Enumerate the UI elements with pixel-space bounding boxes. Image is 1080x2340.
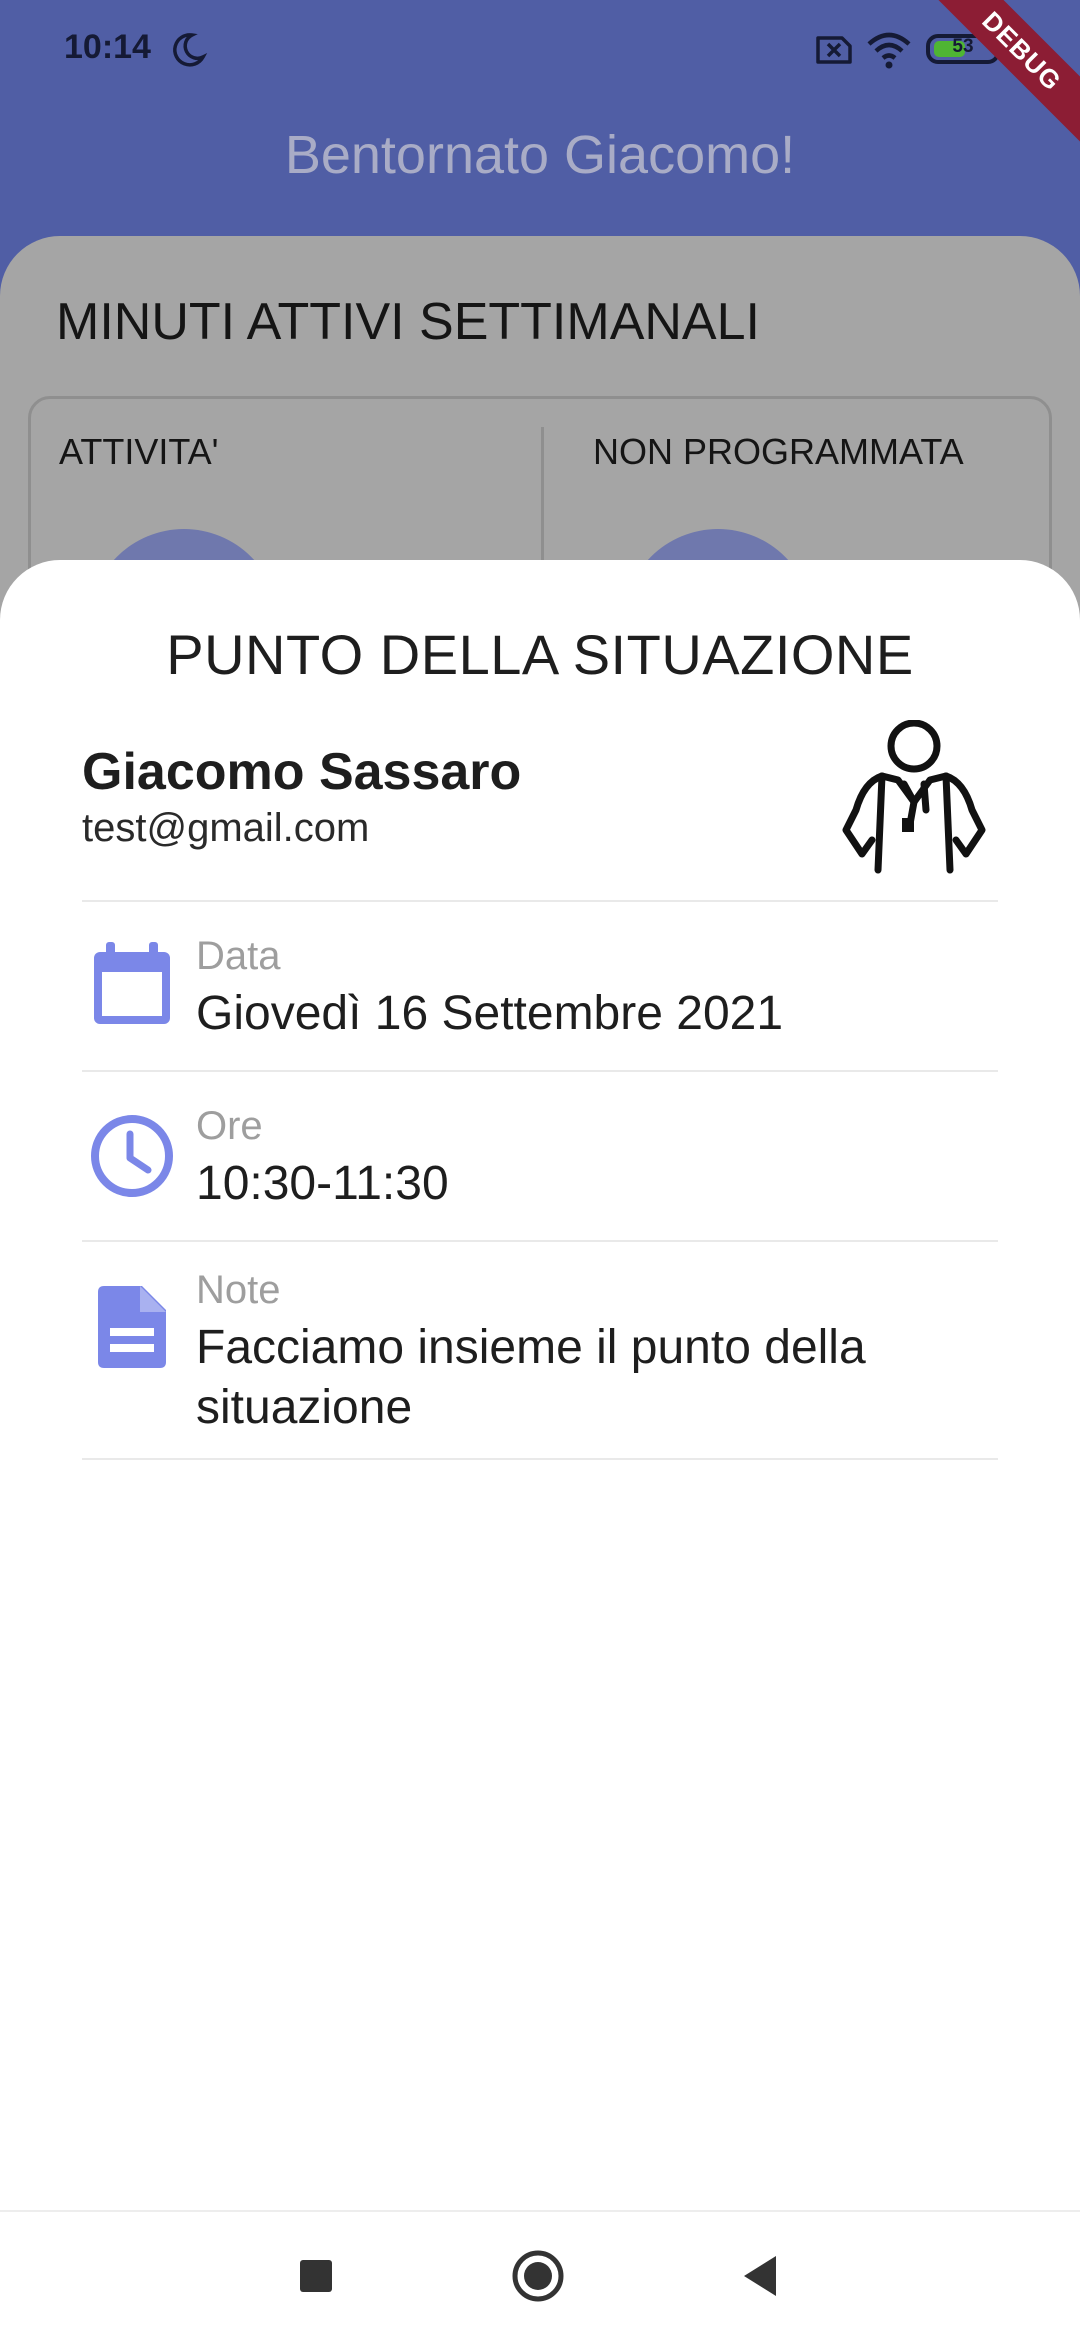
note-label: Note — [196, 1268, 281, 1312]
status-bar: 10:14 53 — [0, 0, 1080, 100]
user-email: test@gmail.com — [82, 806, 370, 850]
app-bar-title: Bentornato Giacomo! — [284, 125, 796, 185]
calendar-icon — [94, 942, 170, 1024]
note-icon — [98, 1286, 166, 1368]
user-name: Giacomo Sassaro — [82, 743, 522, 801]
sim-off-icon — [816, 36, 852, 64]
column-activity-label: ATTIVITA' — [59, 431, 219, 472]
recents-button[interactable] — [296, 2248, 336, 2304]
doctor-icon — [842, 720, 986, 874]
date-value: Giovedì 16 Settembre 2021 — [196, 987, 784, 1040]
date-label: Data — [196, 934, 281, 978]
divider — [82, 1070, 998, 1072]
weekly-minutes-heading: MINUTI ATTIVI SETTIMANALI — [56, 293, 760, 351]
home-button[interactable] — [508, 2248, 568, 2304]
back-button[interactable] — [738, 2248, 782, 2304]
time-value: 10:30-11:30 — [196, 1157, 449, 1210]
navigation-bar — [0, 2210, 1080, 2340]
divider — [82, 1240, 998, 1242]
time-label: Ore — [196, 1104, 263, 1148]
column-unscheduled-label: NON PROGRAMMATA — [593, 431, 964, 472]
clock-icon — [91, 1115, 173, 1197]
wifi-icon — [867, 32, 911, 69]
sheet-title: PUNTO DELLA SITUAZIONE — [166, 623, 914, 686]
divider — [82, 900, 998, 902]
appointment-bottom-sheet: PUNTO DELLA SITUAZIONE Giacomo Sassaro t… — [0, 560, 1080, 2210]
moon-icon — [173, 33, 208, 67]
status-time: 10:14 — [64, 28, 151, 66]
note-value: Facciamo insieme il punto della situazio… — [196, 1321, 866, 1434]
divider — [82, 1458, 998, 1460]
